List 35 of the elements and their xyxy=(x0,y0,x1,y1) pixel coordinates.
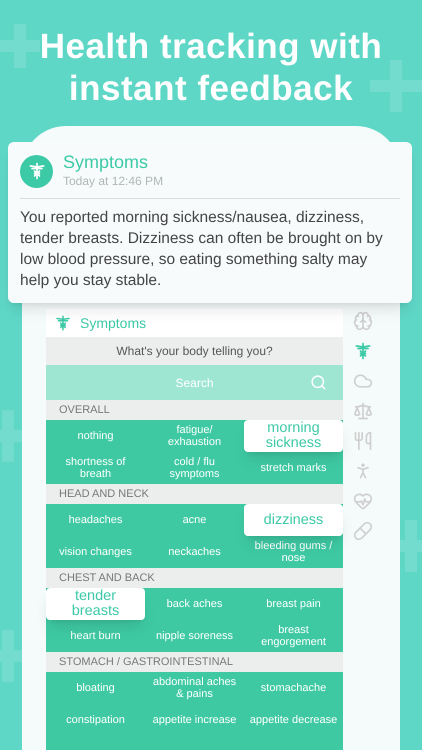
symptom-option[interactable]: nipple soreness xyxy=(145,620,244,652)
section-header: HEAD AND NECK xyxy=(46,484,343,504)
symptom-option[interactable]: neckaches xyxy=(145,536,244,568)
symptom-option[interactable]: breast pain xyxy=(244,588,343,620)
section-header: STOMACH / GASTROINTESTINAL xyxy=(46,652,343,672)
section-header: OVERALL xyxy=(46,400,343,420)
symptom-option[interactable]: back aches xyxy=(145,588,244,620)
symptom-option[interactable]: stretch marks xyxy=(244,452,343,484)
symptom-option[interactable]: breast engorgement xyxy=(244,620,343,652)
symptom-option[interactable]: stomachache xyxy=(244,672,343,704)
section-header: CHEST AND BACK xyxy=(46,568,343,588)
notification-time: Today at 12:46 PM xyxy=(63,173,164,190)
symptom-option[interactable]: appetite decrease xyxy=(244,704,343,736)
symptom-option[interactable]: morning sickness xyxy=(244,420,343,452)
search-field[interactable]: Search xyxy=(46,365,343,400)
symptom-option[interactable]: bloating xyxy=(46,672,145,704)
symptom-option[interactable]: acne xyxy=(145,504,244,536)
symptom-option[interactable]: cold / flu symptoms xyxy=(145,452,244,484)
screen-title: Symptoms xyxy=(80,314,146,333)
symptom-option[interactable]: constipation xyxy=(46,704,145,736)
notification-message: You reported morning sickness/nausea, dizziness, tender breasts. Dizziness can often be brought on by low blood pressure, so eating something salty may help you stay stable. xyxy=(20,208,384,291)
symptom-option[interactable]: headaches xyxy=(46,504,145,536)
symptom-option[interactable]: fatigue/ exhaustion xyxy=(145,420,244,452)
symptom-option[interactable]: shortness of breath xyxy=(46,452,145,484)
symptom-option[interactable]: tender breasts xyxy=(46,588,145,620)
symptom-option[interactable]: vision changes xyxy=(46,536,145,568)
headline: Health tracking with instant feedback xyxy=(38,26,384,110)
symptom-option[interactable]: dizziness xyxy=(244,504,343,536)
prompt-text: What's your body telling you? xyxy=(46,337,343,365)
symptom-option[interactable]: abdominal aches & pains xyxy=(145,672,244,704)
symptom-option[interactable]: nothing xyxy=(46,420,145,452)
symptom-option[interactable]: bleeding gums / nose xyxy=(244,536,343,568)
notification-app-name: Symptoms xyxy=(63,152,150,172)
symptom-option[interactable]: appetite increase xyxy=(145,704,244,736)
symptom-option[interactable]: heart burn xyxy=(46,620,145,652)
